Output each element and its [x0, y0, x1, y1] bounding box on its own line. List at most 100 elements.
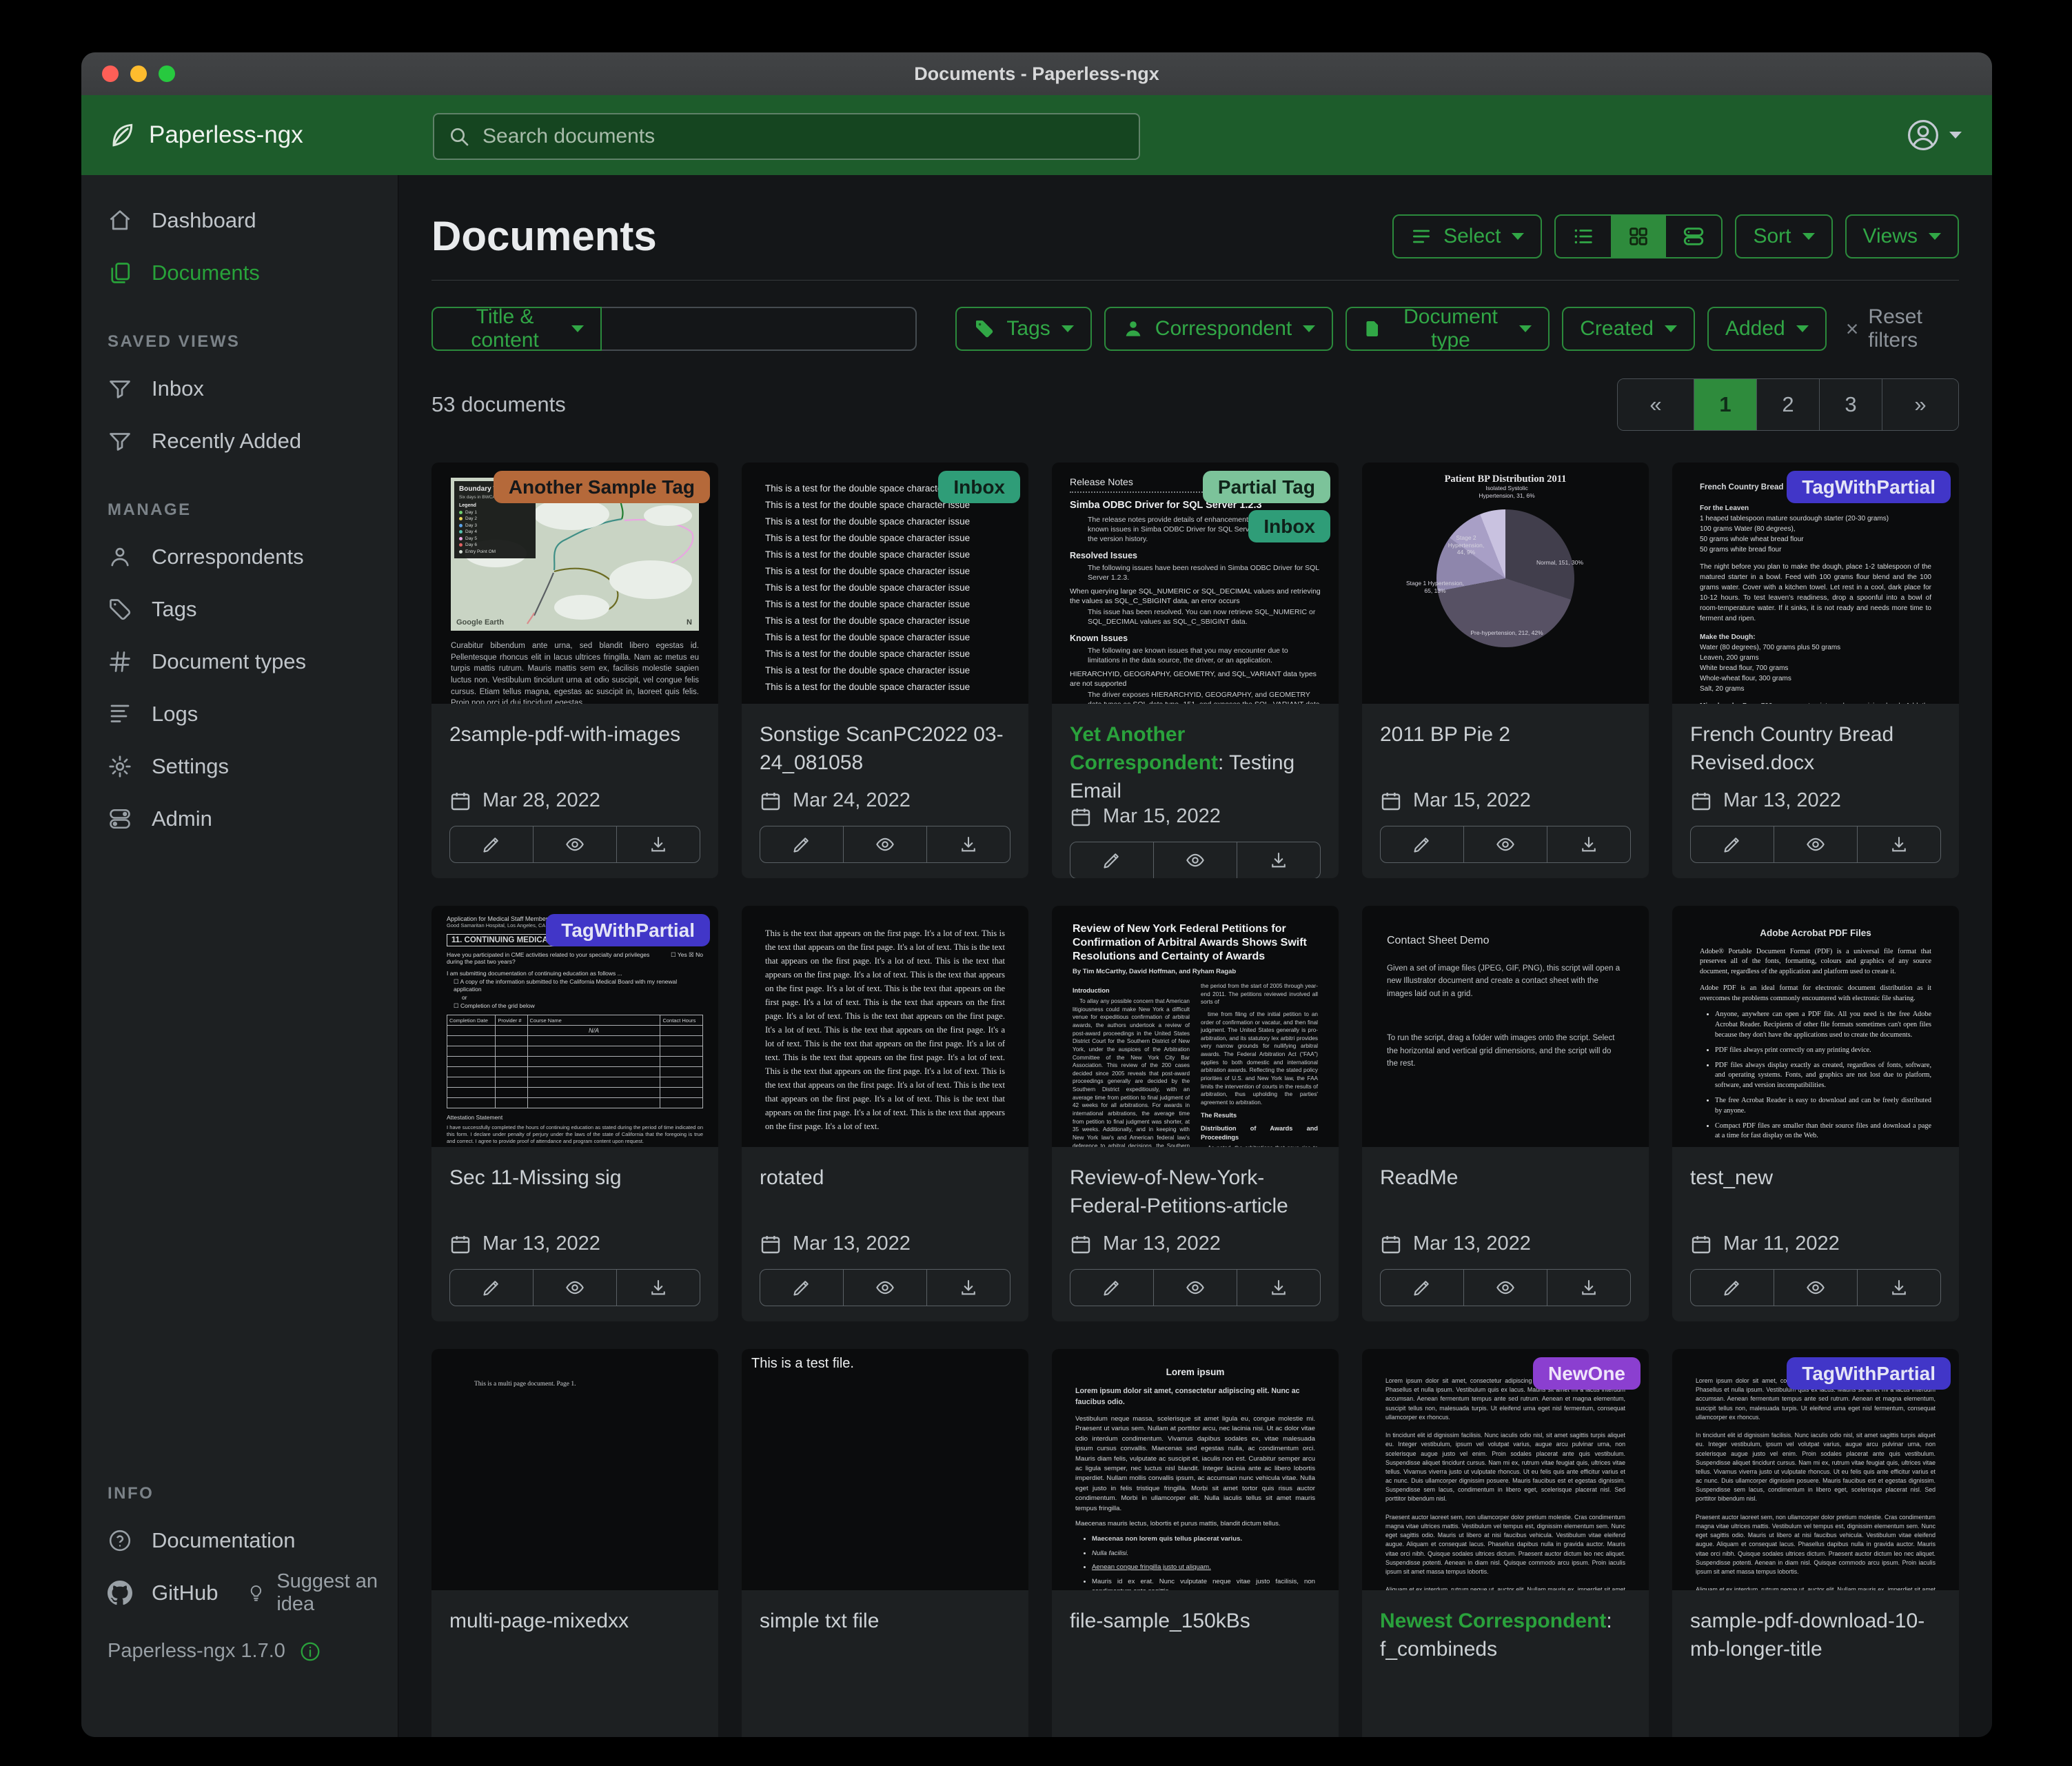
edit-button[interactable]: [1070, 842, 1153, 878]
tag-badge[interactable]: Inbox: [1248, 510, 1330, 542]
tag-badge[interactable]: Another Sample Tag: [494, 471, 710, 503]
view-button[interactable]: [843, 826, 926, 862]
view-button[interactable]: [1774, 826, 1857, 862]
sidebar-item-github[interactable]: GitHub: [81, 1567, 218, 1619]
edit-button[interactable]: [1381, 1270, 1463, 1306]
download-button[interactable]: [1857, 1270, 1940, 1306]
download-button[interactable]: [616, 1270, 700, 1306]
tag-badge[interactable]: TagWithPartial: [546, 914, 710, 946]
download-button[interactable]: [926, 1270, 1010, 1306]
document-card[interactable]: Patient BP Distribution 2011 Isolated Sy…: [1362, 463, 1649, 878]
document-title[interactable]: Sec 11-Missing sig: [449, 1164, 700, 1220]
tags-filter-button[interactable]: Tags: [955, 307, 1091, 351]
sidebar-item-correspondents[interactable]: Correspondents: [81, 531, 398, 583]
download-button[interactable]: [616, 826, 700, 862]
search-input[interactable]: [481, 124, 1139, 149]
document-title[interactable]: test_new: [1690, 1164, 1941, 1220]
document-title[interactable]: file-sample_150kBs: [1070, 1607, 1321, 1663]
app-brand[interactable]: Paperless-ngx: [106, 120, 303, 150]
document-card[interactable]: Adobe Acrobat PDF Files Adobe® Portable …: [1672, 906, 1959, 1321]
document-title[interactable]: Newest Correspondent: f_combineds: [1380, 1607, 1631, 1663]
download-button[interactable]: [1237, 842, 1320, 878]
document-card[interactable]: TagWithPartial Application for Medical S…: [431, 906, 718, 1321]
sidebar-item-admin[interactable]: Admin: [81, 793, 398, 845]
edit-button[interactable]: [1381, 826, 1463, 862]
view-button[interactable]: [1463, 1270, 1547, 1306]
document-card[interactable]: Another Sample Tag: [431, 463, 718, 878]
document-card[interactable]: Inbox This is a test for the double spac…: [742, 463, 1028, 878]
download-button[interactable]: [1237, 1270, 1320, 1306]
document-card[interactable]: TagWithPartial French Country Bread For …: [1672, 463, 1959, 878]
pagination-next[interactable]: »: [1882, 379, 1958, 430]
edit-button[interactable]: [1691, 1270, 1774, 1306]
edit-button[interactable]: [450, 1270, 533, 1306]
title-content-dropdown[interactable]: Title & content: [431, 307, 602, 351]
view-button[interactable]: [1463, 826, 1547, 862]
added-filter-button[interactable]: Added: [1707, 307, 1827, 351]
document-card[interactable]: NewOne Lorem ipsum dolor sit amet, conse…: [1362, 1349, 1649, 1737]
zoom-window-button[interactable]: [159, 65, 175, 82]
title-content-input[interactable]: [602, 307, 917, 351]
view-button[interactable]: [1153, 842, 1237, 878]
close-window-button[interactable]: [102, 65, 119, 82]
download-button[interactable]: [1857, 826, 1940, 862]
select-button[interactable]: Select: [1392, 214, 1542, 258]
correspondent-filter-button[interactable]: Correspondent: [1104, 307, 1333, 351]
views-button[interactable]: Views: [1845, 214, 1959, 258]
suggest-idea-link[interactable]: Suggest an idea: [247, 1570, 398, 1616]
document-title[interactable]: 2sample-pdf-with-images: [449, 720, 700, 777]
download-button[interactable]: [1547, 826, 1630, 862]
sort-button[interactable]: Sort: [1735, 214, 1832, 258]
document-card[interactable]: Contact Sheet Demo Given a set of image …: [1362, 906, 1649, 1321]
document-title[interactable]: 2011 BP Pie 2: [1380, 720, 1631, 777]
document-title[interactable]: simple txt file: [760, 1607, 1010, 1663]
document-card[interactable]: This is a test file. simple txt file: [742, 1349, 1028, 1737]
view-mode-grid-button[interactable]: [1611, 216, 1666, 257]
sidebar-item-document-types[interactable]: Document types: [81, 636, 398, 688]
document-card[interactable]: Lorem ipsum Lorem ipsum dolor sit amet, …: [1052, 1349, 1339, 1737]
sidebar-item-tags[interactable]: Tags: [81, 583, 398, 636]
created-filter-button[interactable]: Created: [1562, 307, 1695, 351]
view-button[interactable]: [1153, 1270, 1237, 1306]
document-title[interactable]: rotated: [760, 1164, 1010, 1220]
edit-button[interactable]: [760, 1270, 843, 1306]
tag-badge[interactable]: TagWithPartial: [1787, 471, 1951, 503]
view-button[interactable]: [1774, 1270, 1857, 1306]
document-title[interactable]: Sonstige ScanPC2022 03-24_081058: [760, 720, 1010, 777]
view-button[interactable]: [533, 826, 616, 862]
document-card[interactable]: TagWithPartial Lorem ipsum dolor sit ame…: [1672, 1349, 1959, 1737]
document-title[interactable]: French Country Bread Revised.docx: [1690, 720, 1941, 777]
download-button[interactable]: [1547, 1270, 1630, 1306]
reset-filters-button[interactable]: × Reset filters: [1846, 305, 1959, 352]
view-button[interactable]: [533, 1270, 616, 1306]
sidebar-item-documentation[interactable]: Documentation: [81, 1514, 398, 1567]
global-search[interactable]: [433, 113, 1140, 160]
download-button[interactable]: [926, 826, 1010, 862]
document-title[interactable]: sample-pdf-download-10-mb-longer-title: [1690, 1607, 1941, 1663]
info-circle-icon[interactable]: [299, 1641, 321, 1663]
pagination-page-3[interactable]: 3: [1819, 379, 1882, 430]
tag-badge[interactable]: Inbox: [938, 471, 1020, 503]
document-card[interactable]: Review of New York Federal Petitions for…: [1052, 906, 1339, 1321]
sidebar-item-recently-added[interactable]: Recently Added: [81, 415, 398, 467]
view-button[interactable]: [843, 1270, 926, 1306]
correspondent-link[interactable]: Newest Correspondent: [1380, 1610, 1606, 1632]
tag-badge[interactable]: Partial Tag: [1203, 471, 1330, 503]
sidebar-item-logs[interactable]: Logs: [81, 688, 398, 740]
pagination-prev[interactable]: «: [1618, 379, 1694, 430]
document-card[interactable]: This is a multi page document. Page 1. m…: [431, 1349, 718, 1737]
document-title[interactable]: ReadMe: [1380, 1164, 1631, 1220]
edit-button[interactable]: [1691, 826, 1774, 862]
view-mode-detail-button[interactable]: [1666, 216, 1721, 257]
edit-button[interactable]: [450, 826, 533, 862]
tag-badge[interactable]: TagWithPartial: [1787, 1357, 1951, 1390]
view-mode-list-button[interactable]: [1556, 216, 1611, 257]
user-menu[interactable]: [1907, 119, 1962, 152]
sidebar-item-inbox[interactable]: Inbox: [81, 363, 398, 415]
tag-badge[interactable]: NewOne: [1533, 1357, 1641, 1390]
document-title[interactable]: Yet Another Correspondent: Testing Email: [1070, 720, 1321, 805]
sidebar-item-settings[interactable]: Settings: [81, 740, 398, 793]
pagination-page-1[interactable]: 1: [1694, 379, 1756, 430]
sidebar-item-documents[interactable]: Documents: [81, 247, 398, 299]
pagination-page-2[interactable]: 2: [1756, 379, 1819, 430]
